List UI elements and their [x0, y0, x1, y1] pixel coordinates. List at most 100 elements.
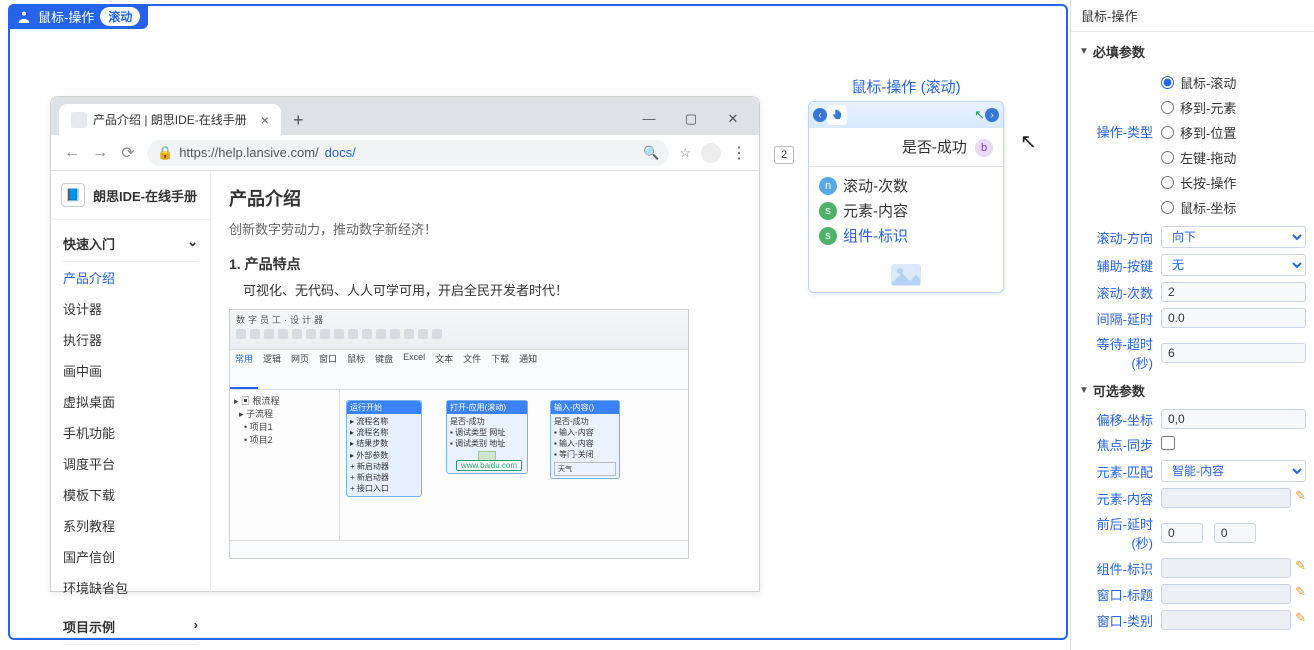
address-bar: ← → ⟳ 🔒 https://help.lansive.com/docs/ 🔍…: [51, 135, 759, 171]
section-title: 1. 产品特点: [229, 254, 741, 274]
flow-node[interactable]: 鼠标-操作 (滚动) ‹ ↖ › 是否-成功 b n 滚动-次数 s 元素-内容 s 组件…: [808, 76, 1004, 293]
minimize-icon[interactable]: —: [641, 111, 657, 127]
browser-tabbar: 产品介绍 | 朗思IDE-在线手册 × + — ▢ ✕: [51, 97, 759, 135]
nav-item[interactable]: 画中画: [63, 355, 198, 386]
section-required[interactable]: ▼必填参数: [1079, 36, 1306, 67]
image-placeholder-icon: [809, 258, 1003, 292]
site-logo-icon: 📘: [61, 183, 85, 207]
favicon-icon: [71, 112, 87, 128]
delay-after-input[interactable]: [1214, 523, 1256, 543]
type-badge: s: [819, 227, 837, 245]
nav-group-header-2[interactable]: 项目示例›: [63, 613, 198, 645]
focus-checkbox[interactable]: [1161, 436, 1175, 450]
url-path: docs/: [325, 145, 356, 160]
type-badge: s: [819, 202, 837, 220]
maximize-icon[interactable]: ▢: [683, 111, 699, 127]
tab-close-icon[interactable]: ×: [261, 112, 269, 128]
op-type-radio[interactable]: 移到-元素: [1161, 95, 1306, 120]
docs-main: 产品介绍 创新数字劳动力，推动数字新经济！ 1. 产品特点 可视化、无代码、人人…: [211, 171, 759, 593]
el-content-input[interactable]: [1161, 488, 1291, 508]
nav-item[interactable]: 产品介绍: [63, 262, 198, 293]
lock-icon: 🔒: [157, 145, 173, 161]
edit-icon[interactable]: ✎: [1295, 558, 1306, 578]
input-label: 组件-标识: [843, 225, 908, 246]
chevron-right-icon: ›: [194, 617, 198, 636]
nav-item[interactable]: 虚拟桌面: [63, 386, 198, 417]
nav-group-header[interactable]: 快速入门⌄: [63, 230, 198, 262]
url-host: https://help.lansive.com/: [179, 145, 318, 160]
nav-item[interactable]: 国产信创: [63, 541, 198, 572]
offset-input[interactable]: [1161, 409, 1306, 429]
person-icon: [16, 9, 32, 25]
properties-panel: 鼠标-操作 ▼必填参数 操作-类型 鼠标-滚动 移到-元素 移到-位置 左键-拖…: [1070, 0, 1314, 650]
site-title: 📘 朗思IDE-在线手册: [51, 171, 210, 220]
port-count: 2: [774, 146, 794, 164]
op-type-radio[interactable]: 左键-拖动: [1161, 145, 1306, 170]
op-type-radio[interactable]: 长按-操作: [1161, 170, 1306, 195]
close-icon[interactable]: ✕: [725, 111, 741, 127]
back-icon[interactable]: ←: [63, 144, 81, 162]
search-in-url-icon[interactable]: 🔍: [643, 145, 659, 161]
triangle-down-icon: ▼: [1079, 46, 1089, 57]
scroll-count-input[interactable]: [1161, 282, 1306, 302]
nav-item[interactable]: 环境缺省包: [63, 572, 198, 603]
cursor-icon: ↖: [974, 107, 985, 123]
screenshot-image: 数字员工·设计器 常用逻辑网页窗口鼠标键盘Excel文本文件下载通知 ▸ ▣ 根…: [229, 309, 689, 559]
new-tab-button[interactable]: +: [281, 106, 316, 135]
triangle-down-icon: ▼: [1079, 385, 1089, 396]
node-title: 鼠标-操作: [38, 7, 94, 26]
chevron-right-icon[interactable]: ›: [985, 108, 999, 122]
url-field[interactable]: 🔒 https://help.lansive.com/docs/ 🔍: [147, 140, 669, 166]
browser-tab[interactable]: 产品介绍 | 朗思IDE-在线手册 ×: [59, 104, 281, 135]
section-desc: 可视化、无代码、人人可学可用，开启全民开发者时代！: [243, 280, 741, 299]
flow-input-row[interactable]: s 元素-内容: [819, 198, 993, 223]
aux-key-select[interactable]: 无: [1161, 254, 1306, 276]
op-type-label: 操作-类型: [1079, 122, 1161, 141]
page-title: 产品介绍: [229, 185, 741, 211]
comp-id-input[interactable]: [1161, 558, 1291, 578]
nav-item[interactable]: 系列教程: [63, 510, 198, 541]
hand-icon: [827, 105, 847, 125]
win-title-input[interactable]: [1161, 584, 1291, 604]
reload-icon[interactable]: ⟳: [119, 143, 137, 163]
flow-node-header: ‹ ↖ ›: [809, 102, 1003, 128]
nav-item[interactable]: 设计器: [63, 293, 198, 324]
flow-input-row[interactable]: n 滚动-次数: [819, 173, 993, 198]
window-controls: — ▢ ✕: [623, 103, 759, 135]
node-tag: 滚动: [100, 7, 140, 26]
nav-item[interactable]: 调度平台: [63, 448, 198, 479]
chevron-down-icon: ⌄: [187, 234, 198, 253]
edit-icon[interactable]: ✎: [1295, 488, 1306, 508]
node-header: 鼠标-操作 滚动: [8, 4, 148, 29]
edit-icon[interactable]: ✎: [1295, 610, 1306, 630]
design-canvas[interactable]: 鼠标-操作 滚动 产品介绍 | 朗思IDE-在线手册 × + — ▢ ✕ ← →…: [8, 4, 1068, 640]
chevron-left-icon[interactable]: ‹: [813, 108, 827, 122]
input-label: 滚动-次数: [843, 175, 908, 196]
properties-title: 鼠标-操作: [1071, 0, 1314, 32]
flow-input-row[interactable]: s 组件-标识: [819, 223, 993, 248]
nav-item[interactable]: 执行器: [63, 324, 198, 355]
op-type-radio[interactable]: 移到-位置: [1161, 120, 1306, 145]
match-select[interactable]: 智能-内容: [1161, 460, 1306, 482]
input-label: 元素-内容: [843, 200, 908, 221]
op-type-radio[interactable]: 鼠标-滚动: [1161, 70, 1306, 95]
interval-input[interactable]: [1161, 308, 1306, 328]
tab-title: 产品介绍 | 朗思IDE-在线手册: [93, 111, 247, 128]
scroll-dir-select[interactable]: 向下: [1161, 226, 1306, 248]
menu-icon[interactable]: ⋮: [731, 143, 747, 163]
type-badge: n: [819, 177, 837, 195]
flow-result: 是否-成功 b: [809, 128, 1003, 167]
flow-node-title: 鼠标-操作 (滚动): [808, 76, 1004, 97]
profile-icon[interactable]: [701, 143, 721, 163]
star-icon[interactable]: ☆: [679, 145, 691, 161]
win-class-input[interactable]: [1161, 610, 1291, 630]
timeout-input[interactable]: [1161, 343, 1306, 363]
nav-item[interactable]: 模板下载: [63, 479, 198, 510]
forward-icon[interactable]: →: [91, 144, 109, 162]
edit-icon[interactable]: ✎: [1295, 584, 1306, 604]
section-optional[interactable]: ▼可选参数: [1079, 375, 1306, 406]
nav-item[interactable]: 手机功能: [63, 417, 198, 448]
delay-before-input[interactable]: [1161, 523, 1203, 543]
op-type-radio[interactable]: 鼠标-坐标: [1161, 195, 1306, 220]
browser-window: 产品介绍 | 朗思IDE-在线手册 × + — ▢ ✕ ← → ⟳ 🔒 http…: [50, 96, 760, 592]
